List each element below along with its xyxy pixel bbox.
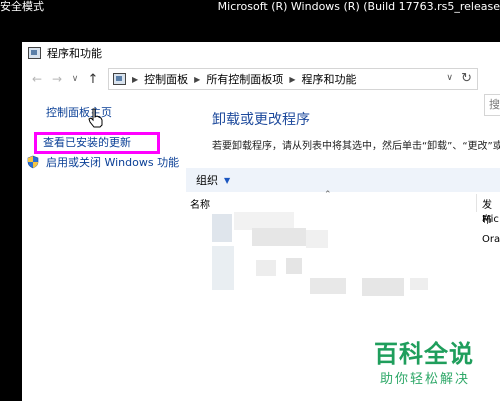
blurred-program-entry xyxy=(212,214,232,242)
sidebar-link-view-installed-updates[interactable]: 查看已安装的更新 xyxy=(34,132,160,154)
breadcrumb-all-items[interactable]: 所有控制面板项 xyxy=(206,71,283,87)
search-input[interactable]: 搜 xyxy=(484,94,500,116)
blurred-program-entry xyxy=(252,228,306,246)
column-divider[interactable] xyxy=(476,194,477,212)
address-control-panel-icon xyxy=(113,73,126,85)
blurred-program-entry xyxy=(410,278,428,290)
blurred-program-entry xyxy=(212,246,234,290)
breadcrumb-separator-icon[interactable]: ▶ xyxy=(289,75,295,84)
recent-locations-chevron-icon[interactable]: ∨ xyxy=(68,70,82,88)
blurred-program-entry xyxy=(310,278,346,294)
address-bar: ← → ∨ ↑ ▶ 控制面板 ▶ 所有控制面板项 ▶ 程序和功能 ∨ ↻ 搜 xyxy=(22,68,500,116)
uac-shield-icon xyxy=(27,155,39,169)
safe-mode-build-info: Microsoft (R) Windows (R) (Build 17763.r… xyxy=(217,0,500,13)
list-column-header: 名称 ⌃ 发布 xyxy=(186,190,500,226)
breadcrumb-separator-icon[interactable]: ▶ xyxy=(132,75,138,84)
breadcrumb-control-panel[interactable]: 控制面板 xyxy=(144,71,188,87)
command-toolbar: 组织 ▼ xyxy=(186,168,500,192)
breadcrumb-programs-features[interactable]: 程序和功能 xyxy=(301,71,356,87)
back-arrow-icon[interactable]: ← xyxy=(30,70,44,88)
blurred-program-entry xyxy=(362,278,404,296)
column-header-name[interactable]: 名称 xyxy=(190,196,210,211)
blurred-program-entry xyxy=(286,258,302,274)
page-title: 卸载或更改程序 xyxy=(212,112,310,128)
address-box[interactable]: ▶ 控制面板 ▶ 所有控制面板项 ▶ 程序和功能 ∨ ↻ xyxy=(108,68,478,90)
control-panel-icon xyxy=(28,47,41,59)
program-list[interactable]: Mic Ora xyxy=(186,212,500,332)
sort-ascending-icon: ⌃ xyxy=(324,190,332,200)
blurred-program-entry xyxy=(306,230,328,248)
watermark-slogan: 助你轻松解决 xyxy=(380,372,471,387)
publisher-cell: Ora xyxy=(482,234,500,245)
address-dropdown-chevron-icon[interactable]: ∨ xyxy=(446,73,453,83)
safe-mode-label-left: 安全模式 xyxy=(0,0,44,13)
organize-button[interactable]: 组织 ▼ xyxy=(196,172,230,188)
forward-arrow-icon[interactable]: → xyxy=(50,70,64,88)
window-titlebar: 程序和功能 xyxy=(22,42,500,64)
watermark-logo: 百科全说 xyxy=(374,340,474,368)
refresh-icon[interactable]: ↻ xyxy=(461,71,472,86)
window-title: 程序和功能 xyxy=(47,47,102,60)
windows-features-label: 启用或关闭 Windows 功能 xyxy=(46,156,180,169)
organize-label: 组织 xyxy=(196,174,218,187)
publisher-cell: Mic xyxy=(482,214,499,225)
organize-dropdown-icon: ▼ xyxy=(224,175,231,185)
breadcrumb-separator-icon[interactable]: ▶ xyxy=(194,75,200,84)
sidebar-link-windows-features[interactable]: 启用或关闭 Windows 功能 xyxy=(26,154,179,170)
up-arrow-icon[interactable]: ↑ xyxy=(86,70,100,88)
blurred-program-entry xyxy=(256,260,276,276)
hand-cursor-icon xyxy=(88,108,103,128)
page-description: 若要卸载程序，请从列表中将其选中，然后单击“卸载”、“更改”或“ xyxy=(212,141,500,152)
